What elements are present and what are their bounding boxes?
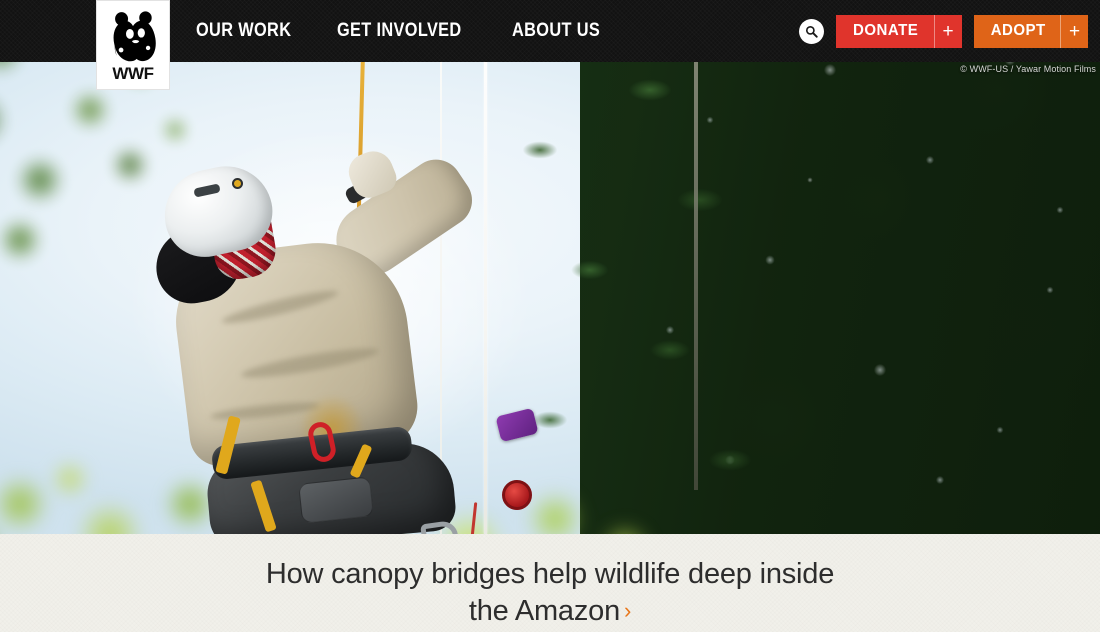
adopt-button[interactable]: ADOPT + (973, 14, 1088, 48)
adopt-expand-icon[interactable]: + (1060, 14, 1088, 48)
chevron-right-icon: › (624, 598, 632, 624)
site-header: WWF OUR WORK GET INVOLVED ABOUT US DONAT… (0, 0, 1100, 90)
safety-cord-red (461, 502, 478, 534)
climbing-rope-main (484, 0, 487, 534)
nav-item-get-involved[interactable]: GET INVOLVED (337, 20, 462, 42)
search-button[interactable] (799, 18, 825, 44)
page-root: © WWF-US / Yawar Motion Films WWF OUR WO… (0, 0, 1100, 632)
feature-headline-link[interactable]: How canopy bridges help wildlife deep in… (250, 556, 850, 630)
nav-item-our-work[interactable]: OUR WORK (196, 20, 291, 42)
feature-section: How canopy bridges help wildlife deep in… (0, 534, 1100, 632)
primary-navigation: OUR WORK GET INVOLVED ABOUT US (196, 0, 614, 62)
donate-button[interactable]: DONATE + (836, 14, 962, 48)
wwf-logo-link[interactable]: WWF (96, 0, 170, 90)
header-actions: DONATE + ADOPT + (799, 0, 1088, 62)
trouser-pocket (298, 476, 374, 524)
photo-credit: © WWF-US / Yawar Motion Films (960, 64, 1096, 74)
adopt-button-label: ADOPT (990, 22, 1046, 39)
wwf-wordmark: WWF (112, 64, 154, 83)
helmet-headlamp-mount (232, 178, 243, 189)
search-icon (806, 25, 818, 38)
feature-headline-text: How canopy bridges help wildlife deep in… (265, 558, 835, 628)
donate-button-label: DONATE (853, 22, 919, 39)
nav-item-about-us[interactable]: ABOUT US (512, 20, 600, 42)
tree-trunk (694, 60, 698, 490)
rope-pulley-red (502, 480, 532, 510)
climber-figure (150, 145, 539, 534)
donate-expand-icon[interactable]: + (933, 14, 962, 48)
wwf-panda-logo-icon (113, 11, 156, 62)
